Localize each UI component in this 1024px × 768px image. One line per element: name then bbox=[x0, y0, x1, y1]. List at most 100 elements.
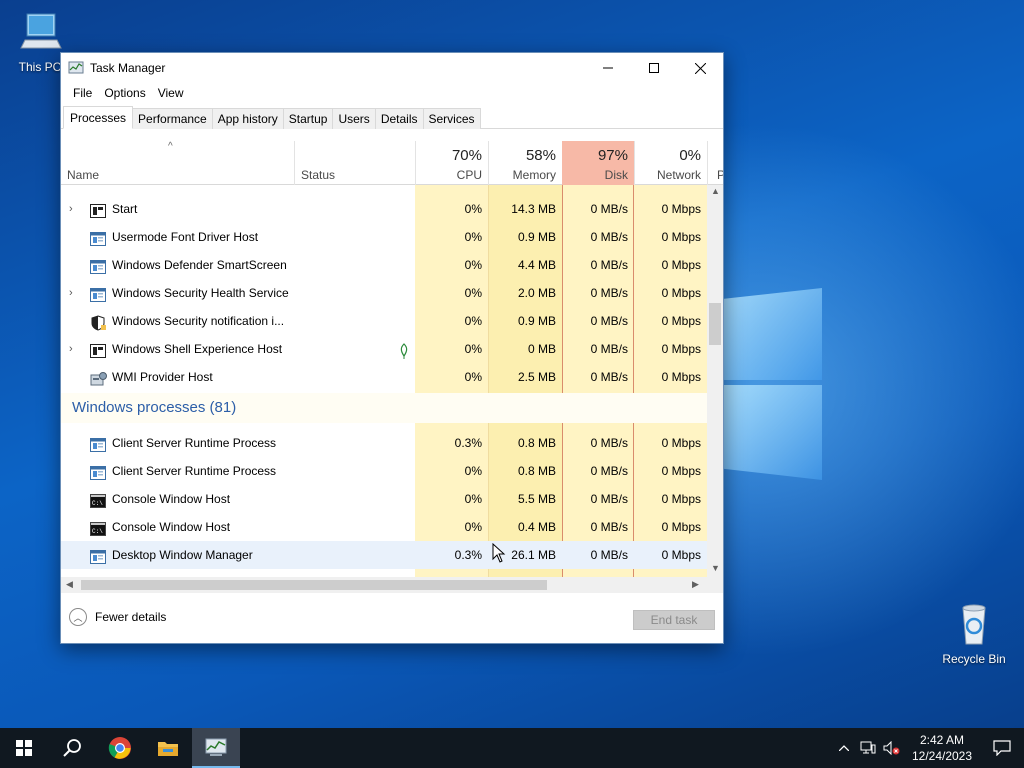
chevron-right-icon[interactable]: › bbox=[69, 279, 79, 307]
process-group-header[interactable]: Windows processes (81) bbox=[61, 393, 707, 423]
minimize-button[interactable] bbox=[585, 53, 631, 83]
action-center-button[interactable] bbox=[980, 728, 1024, 768]
horizontal-scroll-thumb[interactable] bbox=[81, 580, 547, 590]
table-row-partial[interactable] bbox=[61, 157, 707, 185]
desktop-icon-label: Recycle Bin bbox=[942, 652, 1006, 666]
header-power-partial[interactable]: P bbox=[708, 141, 723, 185]
table-row[interactable]: Client Server Runtime Process 0% 0.8 MB 0 M… bbox=[61, 457, 707, 485]
console-icon: C:\ bbox=[90, 491, 106, 508]
menu-file[interactable]: File bbox=[67, 86, 98, 100]
window-title: Task Manager bbox=[90, 61, 166, 75]
table-row[interactable]: Client Server Runtime Process 0.3% 0.8 MB 0… bbox=[61, 429, 707, 457]
scroll-down-icon[interactable]: ▼ bbox=[711, 563, 720, 573]
tab-startup[interactable]: Startup bbox=[282, 108, 334, 129]
network-cell: 0 Mbps bbox=[661, 286, 701, 300]
tab-app-history[interactable]: App history bbox=[211, 108, 284, 129]
memory-cell: 0 MB bbox=[527, 342, 556, 356]
process-name: WMI Provider Host bbox=[112, 370, 213, 384]
start-icon bbox=[90, 201, 106, 218]
table-row[interactable]: Windows Security notification i... 0% 0.9 … bbox=[61, 307, 707, 335]
fewer-details-button[interactable]: ︿ Fewer details bbox=[69, 608, 166, 626]
tab-services[interactable]: Services bbox=[422, 108, 481, 129]
horizontal-scrollbar[interactable]: ◀ ▶ bbox=[61, 577, 723, 593]
network-cell: 0 Mbps bbox=[661, 370, 701, 384]
memory-cell: 14.3 MB bbox=[511, 202, 556, 216]
network-cell: 0 Mbps bbox=[661, 342, 701, 356]
start-button[interactable] bbox=[0, 728, 48, 768]
process-name-cell: Client Server Runtime Process bbox=[61, 457, 415, 485]
process-name-cell: › Windows Shell Experience Host bbox=[61, 335, 415, 363]
table-row[interactable]: › Windows Security Health Service 0% 2.0 MB… bbox=[61, 279, 707, 307]
chevron-up-icon: ︿ bbox=[69, 608, 87, 626]
table-row[interactable]: C:\ Console Window Host 0% 0.4 MB 0 MB/s 0 Mb… bbox=[61, 513, 707, 541]
file-explorer-taskbar-button[interactable] bbox=[144, 728, 192, 768]
clock[interactable]: 2:42 AM 12/24/2023 bbox=[904, 732, 980, 764]
start-icon bbox=[90, 341, 106, 358]
svg-text:C:\: C:\ bbox=[92, 528, 103, 535]
disk-cell: 0 MB/s bbox=[590, 370, 628, 384]
process-name: Windows Security Health Service bbox=[112, 286, 289, 300]
show-hidden-icons-button[interactable] bbox=[832, 728, 856, 768]
suspended-leaf-icon bbox=[399, 341, 409, 359]
table-row[interactable]: WMI Provider Host 0% 2.5 MB 0 MB/s 0 Mbps bbox=[61, 363, 707, 391]
scroll-up-icon[interactable]: ▲ bbox=[711, 186, 720, 196]
network-cell: 0 Mbps bbox=[661, 548, 701, 562]
task-manager-taskbar-button[interactable] bbox=[192, 728, 240, 768]
tab-processes[interactable]: Processes bbox=[63, 106, 134, 129]
app-window-icon bbox=[90, 257, 106, 274]
windows-start-icon bbox=[16, 740, 32, 756]
windows-logo-wallpaper bbox=[722, 288, 822, 480]
menu-bar: File Options View bbox=[61, 83, 190, 103]
mouse-cursor-icon bbox=[492, 543, 506, 563]
memory-cell: 2.5 MB bbox=[517, 370, 556, 384]
menu-view[interactable]: View bbox=[152, 86, 190, 100]
network-cell: 0 Mbps bbox=[661, 314, 701, 328]
tab-performance[interactable]: Performance bbox=[132, 108, 213, 129]
scroll-left-icon[interactable]: ◀ bbox=[66, 579, 73, 590]
close-button[interactable] bbox=[677, 53, 723, 83]
maximize-button[interactable] bbox=[631, 53, 677, 83]
memory-cell: 4.4 MB bbox=[517, 258, 556, 272]
footer: ︿ Fewer details End task bbox=[61, 593, 723, 643]
task-manager-window: Task Manager File Options View Processes… bbox=[60, 52, 724, 644]
process-name-cell: C:\ Console Window Host bbox=[61, 513, 415, 541]
search-button[interactable] bbox=[48, 728, 96, 768]
table-row[interactable]: › Windows Shell Experience Host 0% 0 MB 0 MB… bbox=[61, 335, 707, 363]
menu-options[interactable]: Options bbox=[98, 86, 151, 100]
cpu-cell: 0% bbox=[464, 464, 482, 478]
scroll-right-icon[interactable]: ▶ bbox=[692, 579, 699, 590]
chrome-taskbar-button[interactable] bbox=[96, 728, 144, 768]
system-tray: 2:42 AM 12/24/2023 bbox=[832, 728, 1024, 768]
network-cell: 0 Mbps bbox=[661, 520, 701, 534]
title-bar[interactable]: Task Manager bbox=[61, 53, 723, 83]
table-row[interactable]: C:\ Console Window Host 0% 5.5 MB 0 MB/s 0 Mb… bbox=[61, 485, 707, 513]
cpu-cell: 0% bbox=[464, 520, 482, 534]
process-name: Console Window Host bbox=[112, 520, 231, 534]
recycle-bin-icon bbox=[962, 604, 986, 645]
process-name: Windows Shell Experience Host bbox=[112, 342, 283, 356]
network-tray-button[interactable] bbox=[856, 728, 880, 768]
chevron-right-icon[interactable]: › bbox=[69, 195, 79, 223]
process-name-cell: Desktop Window Manager bbox=[61, 541, 415, 569]
tab-users[interactable]: Users bbox=[332, 108, 376, 129]
cpu-cell: 0% bbox=[464, 370, 482, 384]
minimize-icon bbox=[603, 67, 613, 69]
table-row[interactable]: Desktop Window Manager 0.3% 26.1 MB 0 MB/s 0… bbox=[61, 541, 707, 569]
chevron-up-icon bbox=[839, 745, 849, 751]
end-task-button[interactable]: End task bbox=[633, 610, 715, 630]
volume-tray-button[interactable] bbox=[880, 728, 904, 768]
vertical-scroll-thumb[interactable] bbox=[709, 303, 721, 345]
cpu-cell: 0% bbox=[464, 230, 482, 244]
memory-cell: 0.8 MB bbox=[517, 464, 556, 478]
process-name: Windows Security notification i... bbox=[112, 314, 285, 328]
fewer-details-label: Fewer details bbox=[95, 610, 167, 624]
table-row[interactable]: › Start 0% 14.3 MB 0 MB/s 0 Mbps bbox=[61, 195, 707, 223]
table-row[interactable]: Windows Defender SmartScreen 0% 4.4 MB 0 MB… bbox=[61, 251, 707, 279]
app-window-icon bbox=[90, 435, 106, 452]
vertical-scrollbar[interactable]: ▲ ▼ bbox=[707, 185, 723, 577]
chevron-right-icon[interactable]: › bbox=[69, 335, 79, 363]
maximize-icon bbox=[649, 63, 659, 73]
table-row[interactable]: Usermode Font Driver Host 0% 0.9 MB 0 MB/s 0… bbox=[61, 223, 707, 251]
desktop-icon-recycle-bin[interactable]: Recycle Bin bbox=[938, 602, 1010, 666]
tab-details[interactable]: Details bbox=[374, 108, 424, 129]
